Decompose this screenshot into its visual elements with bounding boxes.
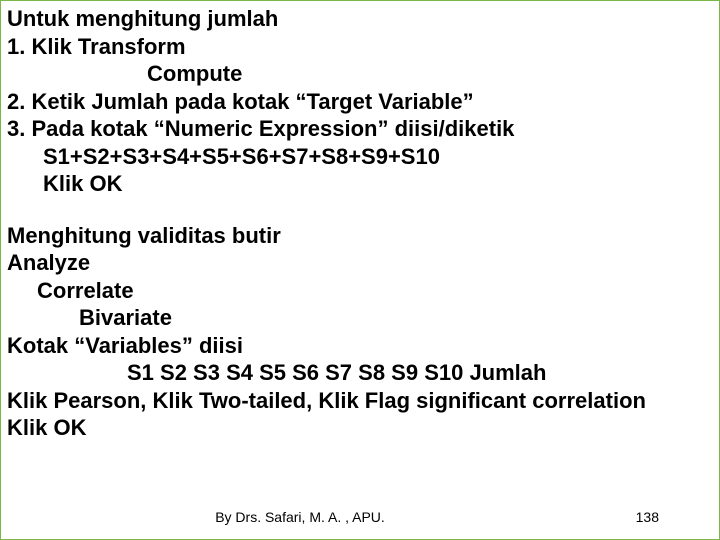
text-line: 3. Pada kotak “Numeric Expression” diisi… (7, 115, 713, 143)
text-line: Klik Pearson, Klik Two-tailed, Klik Flag… (7, 387, 713, 415)
text-line: Bivariate (7, 304, 713, 332)
footer-page-number: 138 (599, 509, 659, 525)
text-line: S1 S2 S3 S4 S5 S6 S7 S8 S9 S10 Jumlah (7, 359, 713, 387)
text-line: Untuk menghitung jumlah (7, 5, 713, 33)
text-line: Klik OK (7, 170, 713, 198)
text-line: S1+S2+S3+S4+S5+S6+S7+S8+S9+S10 (7, 143, 713, 171)
text-line: 1. Klik Transform (7, 33, 713, 61)
footer-author: By Drs. Safari, M. A. , APU. (1, 509, 599, 525)
text-line: Analyze (7, 249, 713, 277)
text-line: Klik OK (7, 414, 713, 442)
text-line: Compute (7, 60, 713, 88)
slide-content: Untuk menghitung jumlah 1. Klik Transfor… (1, 1, 719, 539)
text-line: Correlate (7, 277, 713, 305)
spacer (7, 198, 713, 222)
text-line: 2. Ketik Jumlah pada kotak “Target Varia… (7, 88, 713, 116)
text-line: Kotak “Variables” diisi (7, 332, 713, 360)
slide-footer: By Drs. Safari, M. A. , APU. 138 (1, 509, 719, 525)
text-line: Menghitung validitas butir (7, 222, 713, 250)
